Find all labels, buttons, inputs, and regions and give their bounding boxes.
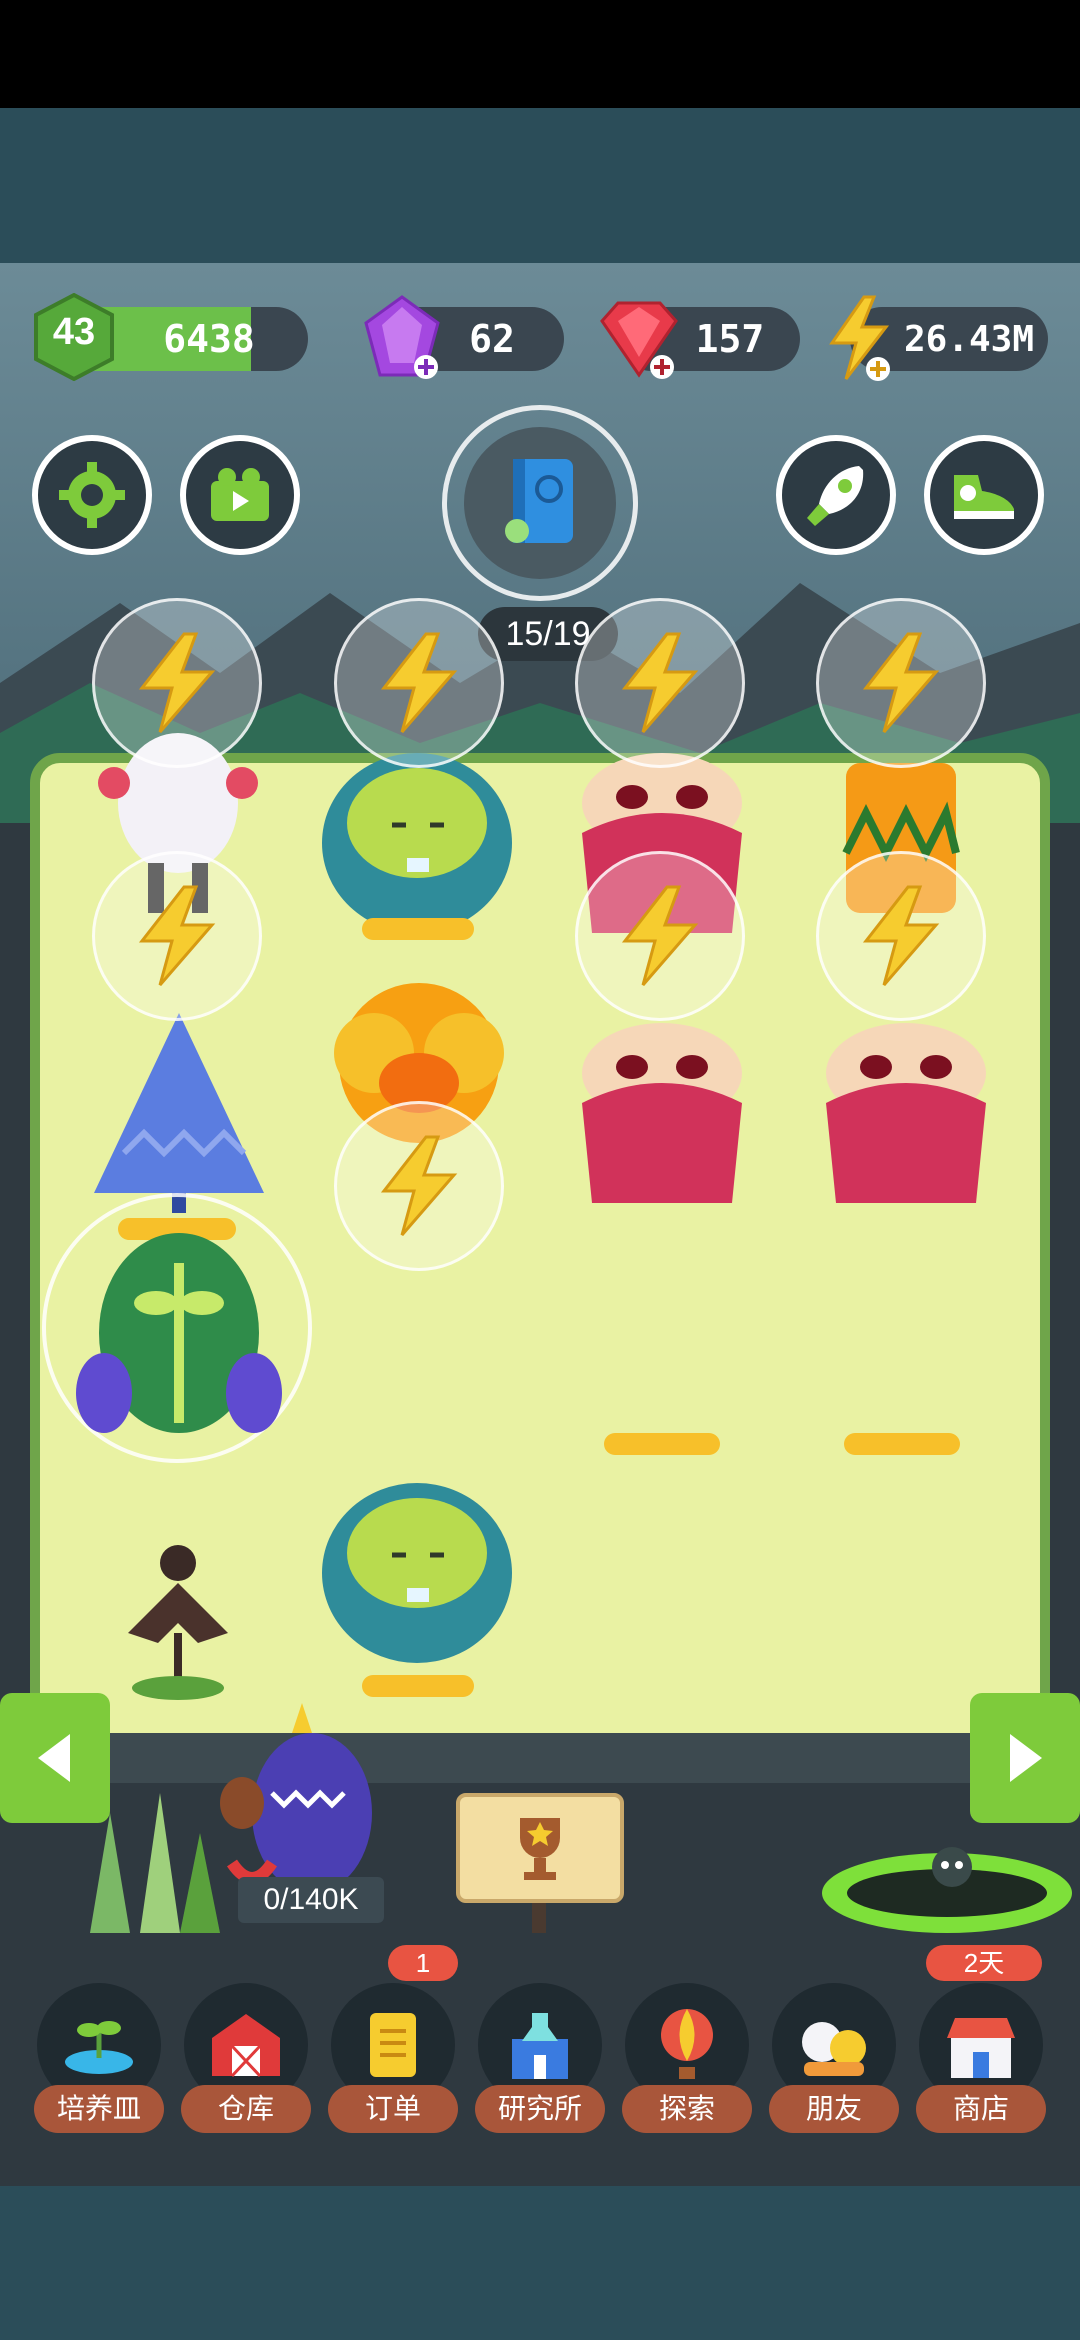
energy-bubble[interactable]	[575, 598, 745, 768]
lightning-icon	[621, 632, 699, 733]
nav-label: 研究所	[475, 2085, 605, 2133]
lightning-icon	[621, 885, 699, 986]
settings-button[interactable]	[32, 435, 152, 555]
energy-value: 26.43M	[903, 318, 1035, 360]
trophy-icon	[520, 1818, 560, 1880]
orders-badge: 1	[388, 1945, 458, 1981]
level-badge: 43	[30, 292, 118, 382]
nav-label: 朋友	[769, 2085, 899, 2133]
sprout-dish-icon	[65, 2021, 133, 2074]
creature-plate	[604, 1433, 720, 1455]
lightning-icon	[862, 632, 940, 733]
energy-bubble[interactable]	[92, 851, 262, 1021]
background-top	[0, 108, 1080, 263]
shop-icon	[947, 2018, 1015, 2078]
nav-item-shop[interactable]: 商店 2天	[916, 1945, 1046, 2133]
level-points-value: 6438	[163, 317, 255, 361]
nav-item-lab[interactable]: 研究所	[475, 1983, 605, 2133]
arrow-right-icon	[1010, 1734, 1042, 1782]
lightning-icon	[138, 632, 216, 733]
video-camera-icon	[211, 468, 269, 521]
nav-label: 仓库	[181, 2085, 311, 2133]
nav-label: 商店	[916, 2085, 1046, 2133]
level-value: 43	[52, 311, 96, 353]
video-reward-button[interactable]	[180, 435, 300, 555]
energy-bubble[interactable]	[334, 598, 504, 768]
blue-book-icon	[505, 459, 573, 543]
collection-book-button[interactable]	[464, 427, 616, 579]
rocket-icon	[807, 466, 864, 526]
dark-bird-creature[interactable]	[118, 1533, 238, 1703]
hot-air-balloon-icon	[661, 2009, 713, 2079]
gear-icon	[59, 462, 125, 528]
barn-icon	[212, 2014, 280, 2078]
scroll-order-icon	[370, 2013, 416, 2077]
next-garden-button[interactable]	[970, 1693, 1080, 1823]
nav-item-explore[interactable]: 探索	[622, 1983, 752, 2133]
nav-item-orders[interactable]: 订单 1	[328, 1945, 458, 2133]
leaderboard-sign[interactable]	[456, 1793, 624, 1903]
laboratory-icon	[512, 2013, 568, 2079]
energy-bolt-icon	[829, 295, 890, 381]
purple-collector-creature[interactable]	[212, 1693, 392, 1903]
nav-label: 订单	[328, 2085, 458, 2133]
slime-pit[interactable]	[814, 1833, 1080, 1943]
lightning-icon	[138, 885, 216, 986]
lightning-icon	[862, 885, 940, 986]
energy-bubble[interactable]	[92, 598, 262, 768]
status-bar-area	[0, 0, 1080, 108]
energy-bubble[interactable]	[816, 851, 986, 1021]
game-scene: 6438 43 62 157 26.43M 15/19 0/140K 培养皿 仓…	[0, 263, 1080, 2186]
energy-bubble[interactable]	[816, 598, 986, 768]
nav-item-friends[interactable]: 朋友	[769, 1983, 899, 2133]
energy-bubble[interactable]	[575, 851, 745, 1021]
sneaker-icon	[954, 475, 1014, 519]
nav-item-petri-dish[interactable]: 培养皿	[34, 1983, 164, 2133]
red-gem-value: 157	[695, 317, 765, 361]
shop-timer-badge: 2天	[926, 1945, 1042, 1981]
pine-trees	[90, 1793, 220, 1933]
nav-item-warehouse[interactable]: 仓库	[181, 1983, 311, 2133]
nav-label: 探索	[622, 2085, 752, 2133]
seed-egg-creature[interactable]	[74, 1223, 284, 1443]
blue-cone-creature[interactable]	[84, 1003, 274, 1223]
background-bottom	[0, 2186, 1080, 2340]
creature-plate	[362, 918, 474, 940]
pink-monster-creature-2[interactable]	[572, 1003, 752, 1213]
creature-plate	[844, 1433, 960, 1455]
storage-capacity-label: 0/140K	[238, 1877, 384, 1923]
red-gem-icon	[600, 301, 678, 379]
bottom-navigation: 培养皿 仓库 订单 1 研究所 探索 朋友 商店 2天	[0, 1945, 1080, 2183]
purple-gem-icon	[364, 295, 440, 379]
rocket-boost-button[interactable]	[776, 435, 896, 555]
pink-monster-creature-3[interactable]	[816, 1003, 996, 1213]
teal-bear-creature-2[interactable]	[312, 1473, 522, 1673]
nav-label: 培养皿	[34, 2085, 164, 2133]
energy-bubble[interactable]	[334, 1101, 504, 1271]
sneaker-speed-button[interactable]	[924, 435, 1044, 555]
purple-gem-value: 62	[469, 317, 515, 361]
lightning-icon	[380, 1135, 458, 1236]
friends-icon	[802, 2022, 866, 2076]
sign-post	[532, 1903, 546, 1933]
lightning-icon	[380, 632, 458, 733]
